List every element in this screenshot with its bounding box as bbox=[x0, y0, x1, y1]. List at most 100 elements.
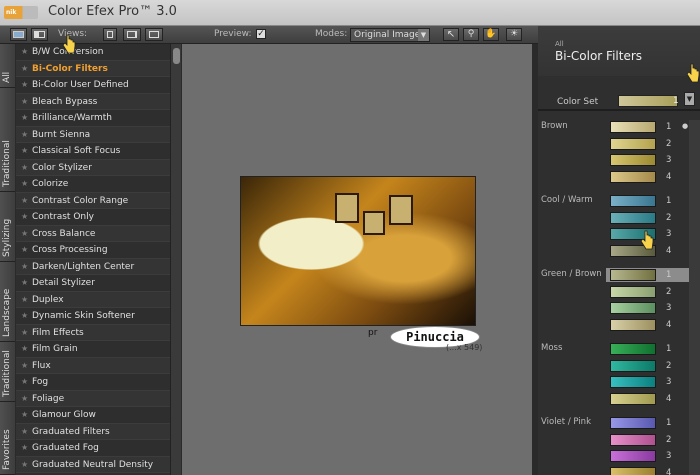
filter-item[interactable]: ★ Burnt Sienna bbox=[16, 126, 170, 144]
view-mode-2-button[interactable] bbox=[123, 28, 141, 41]
filter-item[interactable]: ★ Cross Processing bbox=[16, 242, 170, 259]
color-swatch[interactable] bbox=[610, 137, 656, 150]
color-swatch[interactable] bbox=[610, 285, 656, 298]
filter-list-scroll-thumb[interactable] bbox=[173, 48, 180, 64]
preview-canvas[interactable]: pr Pinuccia (...x 549) bbox=[182, 44, 532, 475]
filter-item[interactable]: ★ Graduated Fog bbox=[16, 440, 170, 457]
favorite-star-icon[interactable]: ★ bbox=[21, 440, 28, 457]
lightbulb-tool-button[interactable]: ☀ bbox=[506, 28, 522, 41]
favorite-star-icon[interactable]: ★ bbox=[21, 391, 28, 408]
arrow-icon: ↖ bbox=[446, 29, 456, 40]
favorite-star-icon[interactable]: ★ bbox=[21, 77, 28, 94]
filter-item[interactable]: ★ Graduated Neutral Density bbox=[16, 456, 170, 474]
favorite-star-icon[interactable]: ★ bbox=[21, 61, 28, 78]
favorite-star-icon[interactable]: ★ bbox=[21, 209, 28, 226]
favorite-star-icon[interactable]: ★ bbox=[21, 226, 28, 243]
filter-item[interactable]: ★ Flux bbox=[16, 357, 170, 375]
favorite-star-icon[interactable]: ★ bbox=[21, 44, 28, 61]
color-set-select[interactable] bbox=[618, 95, 678, 107]
tab-favorites[interactable]: Favorites bbox=[0, 402, 15, 475]
filter-item-label: Contrast Color Range bbox=[32, 195, 129, 206]
favorite-star-icon[interactable]: ★ bbox=[21, 94, 28, 111]
filter-item[interactable]: ★ B/W Conversion bbox=[16, 44, 170, 61]
split-view-button[interactable] bbox=[31, 28, 48, 41]
filter-item[interactable]: ★ Bi-Color User Defined bbox=[16, 77, 170, 94]
tab-all[interactable]: All bbox=[0, 44, 15, 88]
view-mode-3-button[interactable] bbox=[145, 28, 163, 41]
filter-item[interactable]: ★ Cross Balance bbox=[16, 225, 170, 243]
filter-item[interactable]: ★ Color Stylizer bbox=[16, 159, 170, 177]
filter-item[interactable]: ★ Colorize bbox=[16, 176, 170, 193]
single-view-button[interactable] bbox=[10, 28, 27, 41]
tab-landscape[interactable]: Landscape bbox=[0, 262, 15, 342]
filter-item[interactable]: ★ Brilliance/Warmth bbox=[16, 110, 170, 127]
view-mode-1-button[interactable] bbox=[103, 28, 117, 41]
favorite-star-icon[interactable]: ★ bbox=[21, 374, 28, 391]
color-swatch[interactable] bbox=[610, 211, 656, 224]
favorite-star-icon[interactable]: ★ bbox=[21, 358, 28, 375]
filter-item[interactable]: ★ Darken/Lighten Center bbox=[16, 258, 170, 276]
color-swatch[interactable] bbox=[610, 318, 656, 331]
filter-item[interactable]: ★ Duplex bbox=[16, 291, 170, 309]
filter-item[interactable]: ★ Classical Soft Focus bbox=[16, 143, 170, 160]
filter-item[interactable]: ★ Fog bbox=[16, 374, 170, 391]
zoom-tool-button[interactable]: ⚲ bbox=[463, 28, 479, 41]
filter-item[interactable]: ★ Contrast Only bbox=[16, 209, 170, 226]
filter-item[interactable]: ★ Detail Stylizer bbox=[16, 275, 170, 292]
tab-traditional-2[interactable]: Traditional bbox=[0, 342, 15, 402]
hand-tool-button[interactable]: ✋ bbox=[483, 28, 499, 41]
filter-item[interactable]: ★ Film Effects bbox=[16, 324, 170, 342]
color-swatch[interactable] bbox=[610, 154, 656, 166]
favorite-star-icon[interactable]: ★ bbox=[21, 193, 28, 210]
tab-traditional[interactable]: Traditional bbox=[0, 88, 15, 192]
color-swatch[interactable] bbox=[610, 269, 656, 281]
color-swatch[interactable] bbox=[610, 450, 656, 462]
color-swatch[interactable] bbox=[610, 302, 656, 314]
color-swatch[interactable] bbox=[610, 433, 656, 446]
color-swatch[interactable] bbox=[610, 417, 656, 429]
filter-item-label: Bleach Bypass bbox=[32, 96, 98, 107]
preview-checkbox[interactable]: ✓ bbox=[256, 29, 266, 39]
mode-select[interactable]: Original Image ▼ bbox=[350, 28, 430, 42]
filter-item[interactable]: ★ Bi-Color Filters bbox=[16, 60, 170, 78]
color-swatch[interactable] bbox=[610, 359, 656, 372]
filter-item[interactable]: ★ Film Grain bbox=[16, 341, 170, 358]
color-swatch[interactable] bbox=[610, 376, 656, 388]
swatch-number: 3 bbox=[666, 229, 672, 239]
favorite-star-icon[interactable]: ★ bbox=[21, 407, 28, 424]
color-swatch[interactable] bbox=[610, 392, 656, 405]
arrow-tool-button[interactable]: ↖ bbox=[443, 28, 459, 41]
color-swatch[interactable] bbox=[610, 121, 656, 133]
favorite-star-icon[interactable]: ★ bbox=[21, 143, 28, 160]
filter-item-label: Film Grain bbox=[32, 344, 78, 354]
favorite-star-icon[interactable]: ★ bbox=[21, 127, 28, 144]
color-swatch[interactable] bbox=[610, 466, 656, 475]
filter-list-scrollbar[interactable] bbox=[170, 44, 181, 475]
favorite-star-icon[interactable]: ★ bbox=[21, 341, 28, 358]
filter-item[interactable]: ★ Bleach Bypass bbox=[16, 93, 170, 111]
filter-item[interactable]: ★ Contrast Color Range bbox=[16, 192, 170, 210]
panel-scrollbar[interactable] bbox=[689, 120, 700, 475]
favorite-star-icon[interactable]: ★ bbox=[21, 292, 28, 309]
favorite-star-icon[interactable]: ★ bbox=[21, 160, 28, 177]
color-swatch[interactable] bbox=[610, 170, 656, 183]
favorite-star-icon[interactable]: ★ bbox=[21, 259, 28, 276]
filter-item[interactable]: ★ Foliage bbox=[16, 390, 170, 408]
filter-item[interactable]: ★ Glamour Glow bbox=[16, 407, 170, 424]
favorite-star-icon[interactable]: ★ bbox=[21, 325, 28, 342]
favorite-star-icon[interactable]: ★ bbox=[21, 242, 28, 259]
filter-item[interactable]: ★ Dynamic Skin Softener bbox=[16, 308, 170, 325]
favorite-star-icon[interactable]: ★ bbox=[21, 176, 28, 193]
favorite-star-icon[interactable]: ★ bbox=[21, 110, 28, 127]
favorite-star-icon[interactable]: ★ bbox=[21, 308, 28, 325]
panel-category: All bbox=[555, 40, 564, 48]
filter-item[interactable]: ★ Graduated Filters bbox=[16, 423, 170, 441]
chevron-down-icon[interactable]: ▼ bbox=[684, 92, 695, 106]
title-bar: nik Color Efex Pro™ 3.0 bbox=[0, 0, 700, 26]
favorite-star-icon[interactable]: ★ bbox=[21, 275, 28, 292]
favorite-star-icon[interactable]: ★ bbox=[21, 424, 28, 441]
tab-stylizing[interactable]: Stylizing bbox=[0, 192, 15, 262]
color-swatch[interactable] bbox=[610, 343, 656, 355]
color-swatch[interactable] bbox=[610, 195, 656, 207]
favorite-star-icon[interactable]: ★ bbox=[21, 457, 28, 474]
